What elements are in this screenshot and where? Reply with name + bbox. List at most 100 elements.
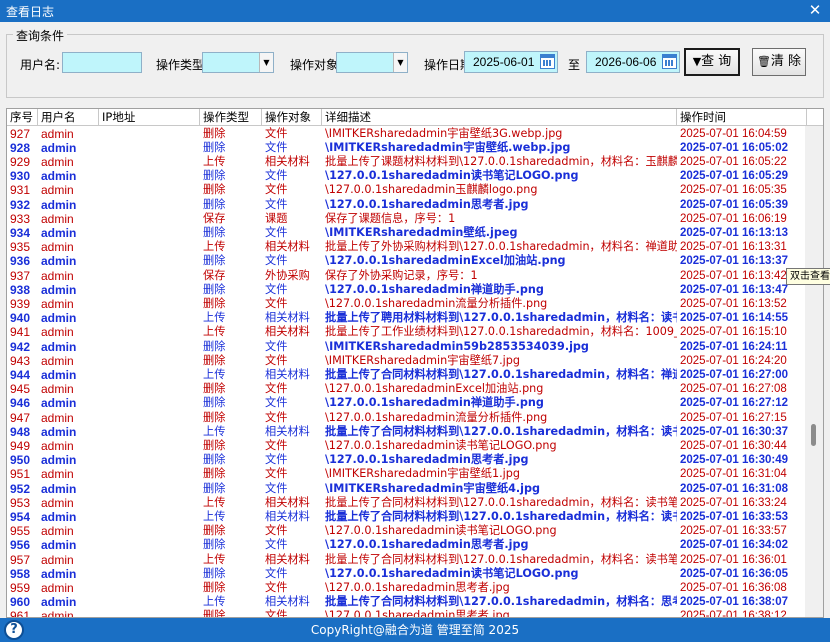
ip-cell: [99, 127, 200, 141]
table-row[interactable]: 939 admin 删除 文件 \127.0.0.1sharedadmin流量分析插件.…: [7, 297, 807, 311]
time-cell: 2025-07-01 16:04:59: [680, 127, 787, 140]
time-cell: 2025-07-01 16:14:55: [680, 312, 789, 325]
table-row[interactable]: 952 admin 删除 文件 \IMITKERsharedadmin宇宙壁纸4.jpg…: [7, 482, 807, 496]
id-cell: 954: [10, 509, 31, 524]
table-row[interactable]: 932 admin 删除 文件 \127.0.0.1sharedadmin思考者.jpg…: [7, 198, 807, 212]
user-cell: admin: [41, 467, 74, 482]
column-header-target[interactable]: 操作对象: [262, 109, 322, 126]
table-row[interactable]: 944 admin 上传 相关材料 批量上传了合同材料材料到\127.0.0.1shar…: [7, 368, 807, 382]
user-cell: admin: [41, 509, 77, 524]
target-cell: 文件: [265, 183, 288, 197]
target-cell: 文件: [265, 566, 288, 580]
desc-cell: \IMITKERsharedadmin宇宙壁纸3G.webp.jpg: [325, 126, 563, 140]
table-row[interactable]: 941 admin 上传 相关材料 批量上传了工作业绩材料到\127.0.0.1shar…: [7, 325, 807, 339]
user-cell: admin: [41, 169, 77, 184]
desc-cell: \127.0.0.1sharedadmin思考者.jpg: [325, 197, 529, 211]
table-row[interactable]: 961 admin 删除 文件 \127.0.0.1sharedadmin思考者.jpg…: [7, 609, 807, 618]
table-row[interactable]: 929 admin 上传 相关材料 批量上传了课题材料材料到\127.0.0.1shar…: [7, 155, 807, 169]
target-cell: 文件: [265, 538, 288, 552]
type-cell: 删除: [203, 126, 226, 140]
table-row[interactable]: 931 admin 删除 文件 \127.0.0.1sharedadmin玉麒麟logo…: [7, 183, 807, 197]
ip-cell: [99, 396, 200, 410]
calendar-icon[interactable]: [540, 54, 555, 69]
chevron-down-icon[interactable]: ▼: [259, 53, 273, 72]
query-button-label: 查 询: [701, 54, 732, 69]
vertical-scrollbar[interactable]: [805, 126, 823, 617]
optype-dropdown[interactable]: ▼: [202, 52, 274, 73]
ip-cell: [99, 141, 200, 155]
id-cell: 937: [10, 268, 31, 283]
column-header-type[interactable]: 操作类型: [200, 109, 262, 126]
target-cell: 文件: [265, 609, 288, 618]
id-cell: 944: [10, 367, 31, 382]
query-button[interactable]: ▼查 询: [684, 48, 740, 76]
table-row[interactable]: 959 admin 删除 文件 \127.0.0.1sharedadmin思考者.jpg…: [7, 581, 807, 595]
column-header-user[interactable]: 用户名: [38, 109, 99, 126]
ip-cell: [99, 567, 200, 581]
desc-cell: \127.0.0.1sharedadmin思考者.jpg: [325, 609, 510, 618]
calendar-icon[interactable]: [662, 54, 677, 69]
table-row[interactable]: 955 admin 删除 文件 \127.0.0.1sharedadmin读书笔记LOG…: [7, 524, 807, 538]
table-row[interactable]: 948 admin 上传 相关材料 批量上传了合同材料材料到\127.0.0.1shar…: [7, 425, 807, 439]
type-cell: 删除: [203, 353, 226, 367]
table-row[interactable]: 938 admin 删除 文件 \127.0.0.1sharedadmin禅道助手.pn…: [7, 283, 807, 297]
table-row[interactable]: 953 admin 上传 相关材料 批量上传了合同材料材料到\127.0.0.1shar…: [7, 496, 807, 510]
type-cell: 上传: [203, 495, 226, 509]
close-icon[interactable]: ✕: [806, 1, 824, 19]
scrollbar-thumb[interactable]: [811, 424, 816, 446]
ip-cell: [99, 482, 200, 496]
table-row[interactable]: 958 admin 删除 文件 \127.0.0.1sharedadmin读书笔记LOG…: [7, 567, 807, 581]
time-cell: 2025-07-01 16:27:15: [680, 411, 787, 424]
column-header-time[interactable]: 操作时间: [677, 109, 807, 126]
column-header-id[interactable]: 序号: [7, 109, 38, 126]
type-cell: 删除: [203, 580, 226, 594]
username-input[interactable]: [62, 52, 142, 73]
date-from-picker[interactable]: 2025-06-01: [464, 51, 558, 73]
ip-cell: [99, 425, 200, 439]
date-to-picker[interactable]: 2026-06-06: [586, 51, 680, 73]
table-row[interactable]: 934 admin 删除 文件 \IMITKERsharedadmin壁纸.jpeg 20…: [7, 226, 807, 240]
table-row[interactable]: 951 admin 删除 文件 \IMITKERsharedadmin宇宙壁纸1.jpg…: [7, 467, 807, 481]
time-cell: 2025-07-01 16:06:19: [680, 212, 787, 225]
table-row[interactable]: 956 admin 删除 文件 \127.0.0.1sharedadmin思考者.jpg…: [7, 538, 807, 552]
chevron-down-icon[interactable]: ▼: [393, 53, 407, 72]
table-row[interactable]: 949 admin 删除 文件 \127.0.0.1sharedadmin读书笔记LOG…: [7, 439, 807, 453]
target-dropdown[interactable]: ▼: [336, 52, 408, 73]
table-row[interactable]: 942 admin 删除 文件 \IMITKERsharedadmin59b285353…: [7, 340, 807, 354]
id-cell: 939: [10, 296, 31, 311]
user-cell: admin: [41, 211, 74, 226]
clear-button[interactable]: 🗑清 除: [752, 48, 806, 76]
table-row[interactable]: 936 admin 删除 文件 \127.0.0.1sharedadminExcel加油…: [7, 254, 807, 268]
table-row[interactable]: 954 admin 上传 相关材料 批量上传了合同材料材料到\127.0.0.1shar…: [7, 510, 807, 524]
id-cell: 951: [10, 467, 31, 482]
target-cell: 相关材料: [265, 240, 310, 254]
tooltip: 双击查看详: [786, 268, 830, 285]
table-row[interactable]: 940 admin 上传 相关材料 批量上传了聘用材料材料到\127.0.0.1shar…: [7, 311, 807, 325]
type-cell: 删除: [203, 481, 226, 495]
username-label: 用户名:: [20, 58, 61, 72]
column-header-desc[interactable]: 详细描述: [322, 109, 677, 126]
user-cell: admin: [41, 140, 77, 155]
target-cell: 文件: [265, 580, 288, 594]
table-row[interactable]: 937 admin 保存 外协采购 保存了外协采购记录，序号：1 2025-07-01 1…: [7, 269, 807, 283]
desc-cell: \127.0.0.1sharedadmin流量分析插件.png: [325, 410, 548, 424]
date-from-value: 2025-06-01: [473, 55, 535, 69]
table-row[interactable]: 933 admin 保存 课题 保存了课题信息，序号：1 2025-07-01 16:06…: [7, 212, 807, 226]
column-header-ip[interactable]: IP地址: [99, 109, 200, 126]
table-row[interactable]: 947 admin 删除 文件 \127.0.0.1sharedadmin流量分析插件.…: [7, 411, 807, 425]
table-row[interactable]: 928 admin 删除 文件 \IMITKERsharedadmin宇宙壁纸.webp…: [7, 141, 807, 155]
user-cell: admin: [41, 424, 77, 439]
target-cell: 相关材料: [265, 367, 310, 381]
target-cell: 相关材料: [265, 552, 310, 566]
table-row[interactable]: 935 admin 上传 相关材料 批量上传了外协采购材料到\127.0.0.1shar…: [7, 240, 807, 254]
table-row[interactable]: 946 admin 删除 文件 \127.0.0.1sharedadmin禅道助手.pn…: [7, 396, 807, 410]
log-table[interactable]: 序号 用户名 IP地址 操作类型 操作对象 详细描述 操作时间 927 admin 删除 文件 \I…: [6, 108, 824, 618]
table-row[interactable]: 927 admin 删除 文件 \IMITKERsharedadmin宇宙壁纸3G.we…: [7, 127, 807, 141]
user-cell: admin: [41, 339, 77, 354]
table-row[interactable]: 960 admin 上传 相关材料 批量上传了合同材料材料到\127.0.0.1shar…: [7, 595, 807, 609]
table-row[interactable]: 945 admin 删除 文件 \127.0.0.1sharedadminExcel加油…: [7, 382, 807, 396]
table-row[interactable]: 930 admin 删除 文件 \127.0.0.1sharedadmin读书笔记LOG…: [7, 169, 807, 183]
table-row[interactable]: 943 admin 删除 文件 \IMITKERsharedadmin宇宙壁纸7.jpg…: [7, 354, 807, 368]
table-row[interactable]: 957 admin 上传 相关材料 批量上传了合同材料材料到\127.0.0.1shar…: [7, 553, 807, 567]
table-row[interactable]: 950 admin 删除 文件 \127.0.0.1sharedadmin思考者.jpg…: [7, 453, 807, 467]
